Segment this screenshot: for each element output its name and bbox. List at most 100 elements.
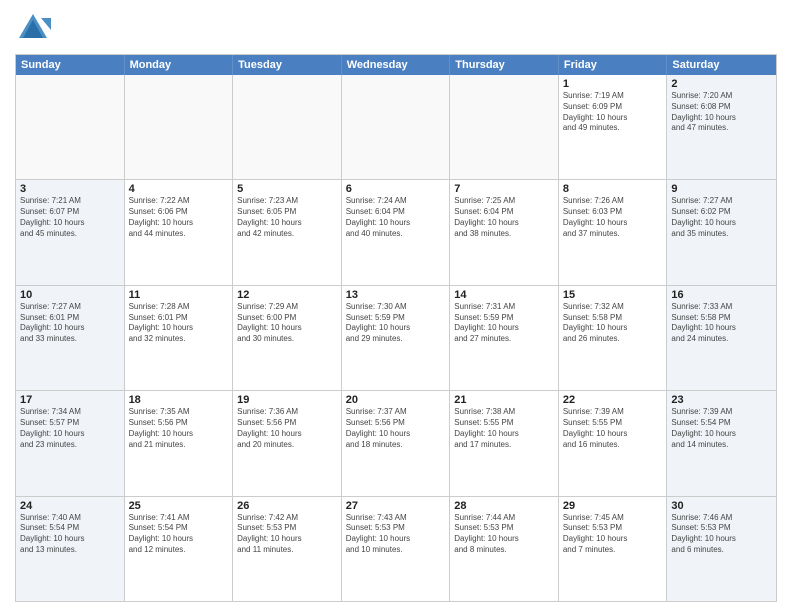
- calendar-day: 15Sunrise: 7:32 AM Sunset: 5:58 PM Dayli…: [559, 286, 668, 390]
- day-number: 6: [346, 183, 446, 195]
- day-info: Sunrise: 7:19 AM Sunset: 6:09 PM Dayligh…: [563, 91, 663, 134]
- header: [15, 10, 777, 46]
- calendar-day: 21Sunrise: 7:38 AM Sunset: 5:55 PM Dayli…: [450, 391, 559, 495]
- empty-cell: [16, 75, 125, 179]
- page: SundayMondayTuesdayWednesdayThursdayFrid…: [0, 0, 792, 612]
- calendar-day: 23Sunrise: 7:39 AM Sunset: 5:54 PM Dayli…: [667, 391, 776, 495]
- day-info: Sunrise: 7:45 AM Sunset: 5:53 PM Dayligh…: [563, 513, 663, 556]
- calendar-day: 17Sunrise: 7:34 AM Sunset: 5:57 PM Dayli…: [16, 391, 125, 495]
- calendar-day: 10Sunrise: 7:27 AM Sunset: 6:01 PM Dayli…: [16, 286, 125, 390]
- calendar-row: 17Sunrise: 7:34 AM Sunset: 5:57 PM Dayli…: [16, 390, 776, 495]
- day-number: 9: [671, 183, 772, 195]
- day-number: 30: [671, 500, 772, 512]
- day-info: Sunrise: 7:36 AM Sunset: 5:56 PM Dayligh…: [237, 407, 337, 450]
- day-number: 1: [563, 78, 663, 90]
- day-info: Sunrise: 7:27 AM Sunset: 6:02 PM Dayligh…: [671, 196, 772, 239]
- calendar-body: 1Sunrise: 7:19 AM Sunset: 6:09 PM Daylig…: [16, 75, 776, 601]
- day-number: 27: [346, 500, 446, 512]
- day-info: Sunrise: 7:24 AM Sunset: 6:04 PM Dayligh…: [346, 196, 446, 239]
- day-info: Sunrise: 7:30 AM Sunset: 5:59 PM Dayligh…: [346, 302, 446, 345]
- day-number: 15: [563, 289, 663, 301]
- day-info: Sunrise: 7:37 AM Sunset: 5:56 PM Dayligh…: [346, 407, 446, 450]
- day-info: Sunrise: 7:23 AM Sunset: 6:05 PM Dayligh…: [237, 196, 337, 239]
- calendar-day: 2Sunrise: 7:20 AM Sunset: 6:08 PM Daylig…: [667, 75, 776, 179]
- day-number: 10: [20, 289, 120, 301]
- calendar-day: 28Sunrise: 7:44 AM Sunset: 5:53 PM Dayli…: [450, 497, 559, 601]
- calendar-day: 4Sunrise: 7:22 AM Sunset: 6:06 PM Daylig…: [125, 180, 234, 284]
- day-number: 19: [237, 394, 337, 406]
- day-number: 26: [237, 500, 337, 512]
- empty-cell: [125, 75, 234, 179]
- day-number: 2: [671, 78, 772, 90]
- day-info: Sunrise: 7:31 AM Sunset: 5:59 PM Dayligh…: [454, 302, 554, 345]
- weekday-header: Wednesday: [342, 55, 451, 75]
- calendar-day: 3Sunrise: 7:21 AM Sunset: 6:07 PM Daylig…: [16, 180, 125, 284]
- weekday-header: Saturday: [667, 55, 776, 75]
- calendar: SundayMondayTuesdayWednesdayThursdayFrid…: [15, 54, 777, 602]
- day-info: Sunrise: 7:42 AM Sunset: 5:53 PM Dayligh…: [237, 513, 337, 556]
- weekday-header: Sunday: [16, 55, 125, 75]
- day-number: 25: [129, 500, 229, 512]
- weekday-header: Monday: [125, 55, 234, 75]
- day-info: Sunrise: 7:20 AM Sunset: 6:08 PM Dayligh…: [671, 91, 772, 134]
- calendar-row: 10Sunrise: 7:27 AM Sunset: 6:01 PM Dayli…: [16, 285, 776, 390]
- day-info: Sunrise: 7:29 AM Sunset: 6:00 PM Dayligh…: [237, 302, 337, 345]
- calendar-day: 20Sunrise: 7:37 AM Sunset: 5:56 PM Dayli…: [342, 391, 451, 495]
- day-number: 21: [454, 394, 554, 406]
- day-info: Sunrise: 7:33 AM Sunset: 5:58 PM Dayligh…: [671, 302, 772, 345]
- day-number: 14: [454, 289, 554, 301]
- day-info: Sunrise: 7:25 AM Sunset: 6:04 PM Dayligh…: [454, 196, 554, 239]
- day-number: 18: [129, 394, 229, 406]
- day-number: 17: [20, 394, 120, 406]
- calendar-day: 14Sunrise: 7:31 AM Sunset: 5:59 PM Dayli…: [450, 286, 559, 390]
- calendar-day: 29Sunrise: 7:45 AM Sunset: 5:53 PM Dayli…: [559, 497, 668, 601]
- empty-cell: [450, 75, 559, 179]
- day-number: 8: [563, 183, 663, 195]
- calendar-day: 18Sunrise: 7:35 AM Sunset: 5:56 PM Dayli…: [125, 391, 234, 495]
- empty-cell: [342, 75, 451, 179]
- day-info: Sunrise: 7:35 AM Sunset: 5:56 PM Dayligh…: [129, 407, 229, 450]
- calendar-day: 30Sunrise: 7:46 AM Sunset: 5:53 PM Dayli…: [667, 497, 776, 601]
- logo: [15, 10, 57, 46]
- calendar-day: 24Sunrise: 7:40 AM Sunset: 5:54 PM Dayli…: [16, 497, 125, 601]
- day-info: Sunrise: 7:39 AM Sunset: 5:55 PM Dayligh…: [563, 407, 663, 450]
- day-info: Sunrise: 7:39 AM Sunset: 5:54 PM Dayligh…: [671, 407, 772, 450]
- calendar-day: 6Sunrise: 7:24 AM Sunset: 6:04 PM Daylig…: [342, 180, 451, 284]
- day-info: Sunrise: 7:41 AM Sunset: 5:54 PM Dayligh…: [129, 513, 229, 556]
- calendar-day: 8Sunrise: 7:26 AM Sunset: 6:03 PM Daylig…: [559, 180, 668, 284]
- day-info: Sunrise: 7:32 AM Sunset: 5:58 PM Dayligh…: [563, 302, 663, 345]
- day-info: Sunrise: 7:22 AM Sunset: 6:06 PM Dayligh…: [129, 196, 229, 239]
- day-number: 12: [237, 289, 337, 301]
- day-info: Sunrise: 7:43 AM Sunset: 5:53 PM Dayligh…: [346, 513, 446, 556]
- day-number: 13: [346, 289, 446, 301]
- day-info: Sunrise: 7:34 AM Sunset: 5:57 PM Dayligh…: [20, 407, 120, 450]
- calendar-day: 12Sunrise: 7:29 AM Sunset: 6:00 PM Dayli…: [233, 286, 342, 390]
- logo-icon: [15, 10, 51, 46]
- weekday-header: Thursday: [450, 55, 559, 75]
- day-number: 24: [20, 500, 120, 512]
- day-info: Sunrise: 7:46 AM Sunset: 5:53 PM Dayligh…: [671, 513, 772, 556]
- day-info: Sunrise: 7:40 AM Sunset: 5:54 PM Dayligh…: [20, 513, 120, 556]
- calendar-row: 3Sunrise: 7:21 AM Sunset: 6:07 PM Daylig…: [16, 179, 776, 284]
- calendar-header: SundayMondayTuesdayWednesdayThursdayFrid…: [16, 55, 776, 75]
- day-info: Sunrise: 7:28 AM Sunset: 6:01 PM Dayligh…: [129, 302, 229, 345]
- day-number: 22: [563, 394, 663, 406]
- day-info: Sunrise: 7:27 AM Sunset: 6:01 PM Dayligh…: [20, 302, 120, 345]
- day-number: 29: [563, 500, 663, 512]
- calendar-day: 9Sunrise: 7:27 AM Sunset: 6:02 PM Daylig…: [667, 180, 776, 284]
- day-number: 3: [20, 183, 120, 195]
- day-info: Sunrise: 7:26 AM Sunset: 6:03 PM Dayligh…: [563, 196, 663, 239]
- calendar-day: 16Sunrise: 7:33 AM Sunset: 5:58 PM Dayli…: [667, 286, 776, 390]
- day-number: 11: [129, 289, 229, 301]
- day-info: Sunrise: 7:21 AM Sunset: 6:07 PM Dayligh…: [20, 196, 120, 239]
- calendar-day: 11Sunrise: 7:28 AM Sunset: 6:01 PM Dayli…: [125, 286, 234, 390]
- calendar-row: 1Sunrise: 7:19 AM Sunset: 6:09 PM Daylig…: [16, 75, 776, 179]
- day-info: Sunrise: 7:44 AM Sunset: 5:53 PM Dayligh…: [454, 513, 554, 556]
- calendar-day: 25Sunrise: 7:41 AM Sunset: 5:54 PM Dayli…: [125, 497, 234, 601]
- calendar-day: 5Sunrise: 7:23 AM Sunset: 6:05 PM Daylig…: [233, 180, 342, 284]
- calendar-row: 24Sunrise: 7:40 AM Sunset: 5:54 PM Dayli…: [16, 496, 776, 601]
- day-number: 20: [346, 394, 446, 406]
- calendar-day: 26Sunrise: 7:42 AM Sunset: 5:53 PM Dayli…: [233, 497, 342, 601]
- weekday-header: Tuesday: [233, 55, 342, 75]
- calendar-day: 13Sunrise: 7:30 AM Sunset: 5:59 PM Dayli…: [342, 286, 451, 390]
